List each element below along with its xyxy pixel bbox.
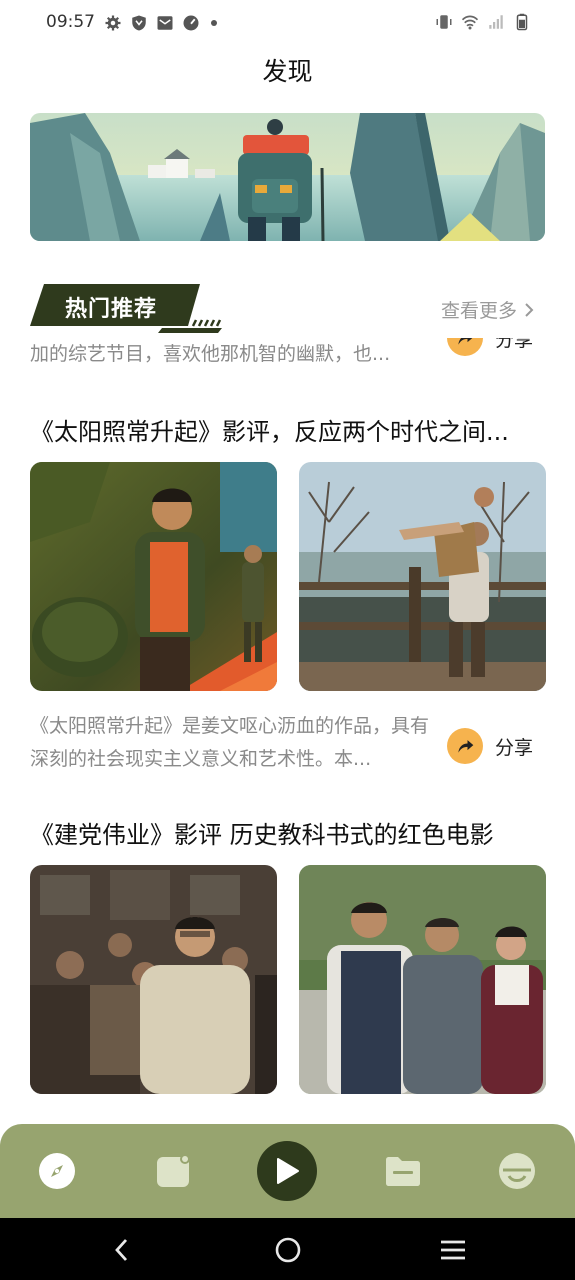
status-icons-left <box>104 14 220 32</box>
share-icon-circle <box>446 728 483 764</box>
mail-icon <box>157 16 173 30</box>
gauge-icon <box>183 15 199 31</box>
folder-icon <box>386 1157 420 1186</box>
vibrate-icon <box>436 15 452 29</box>
article-image[interactable] <box>299 865 546 1094</box>
nav-profile[interactable] <box>477 1124 557 1218</box>
home-icon <box>275 1237 301 1263</box>
bottom-nav <box>0 1124 575 1218</box>
note-icon <box>157 1154 190 1187</box>
movie-still-sun <box>30 462 277 691</box>
menu-icon <box>441 1240 465 1260</box>
page-title: 发现 <box>262 57 313 86</box>
play-button[interactable] <box>257 1141 317 1201</box>
shield-icon <box>132 15 146 31</box>
article-excerpt: 加的综艺节目，喜欢他那机智的幽默，也... <box>30 343 391 365</box>
profile-icon <box>499 1153 535 1189</box>
recents-button[interactable] <box>437 1234 469 1266</box>
article-image[interactable] <box>30 865 277 1094</box>
compass-icon <box>39 1153 75 1189</box>
see-more-link[interactable]: 查看更多 <box>441 296 535 323</box>
status-icons-right <box>435 13 531 31</box>
battery-icon <box>516 13 528 31</box>
movie-still-bridge <box>299 462 546 691</box>
share-icon <box>458 740 474 753</box>
banner-image[interactable] <box>30 113 545 241</box>
article-feed[interactable]: 加的综艺节目，喜欢他那机智的幽默，也... 分享 《太阳照常升起》影评，反应两个… <box>0 338 575 1123</box>
dot-icon <box>211 20 217 26</box>
status-bar: 09:57 <box>0 0 575 46</box>
signal-icon <box>489 15 503 29</box>
article-title[interactable]: 《建党伟业》影评 历史教科书式的红色电影 <box>30 815 550 850</box>
movie-still-party <box>30 865 277 1094</box>
status-time: 09:57 <box>46 12 95 32</box>
article-image[interactable] <box>30 462 277 691</box>
movie-still-founding <box>299 865 546 1094</box>
share-icon <box>458 338 473 345</box>
share-button[interactable]: 分享 <box>446 338 533 356</box>
back-button[interactable] <box>106 1234 138 1266</box>
article-title[interactable]: 《太阳照常升起》影评，反应两个时代之间... <box>30 412 550 447</box>
nav-library[interactable] <box>363 1124 443 1218</box>
system-nav-bar <box>0 1218 575 1280</box>
wifi-icon <box>461 15 479 30</box>
hiker-illustration <box>30 113 545 241</box>
share-label: 分享 <box>494 338 533 351</box>
gear-icon <box>105 15 121 31</box>
back-icon <box>115 1239 128 1261</box>
article-image[interactable] <box>299 462 546 691</box>
nav-notes[interactable] <box>133 1124 213 1218</box>
article-excerpt-row: 加的综艺节目，喜欢他那机智的幽默，也... 分享 <box>30 338 545 371</box>
nav-discover[interactable] <box>17 1124 97 1218</box>
article-excerpt-row: 《太阳照常升起》是姜文呕心沥血的作品，具有深刻的社会现实主义意义和艺术性。本..… <box>30 710 545 776</box>
chevron-right-icon <box>525 302 534 317</box>
play-icon <box>277 1158 299 1184</box>
share-icon-circle <box>446 338 483 356</box>
see-more-label: 查看更多 <box>440 300 517 322</box>
article-excerpt: 《太阳照常升起》是姜文呕心沥血的作品，具有深刻的社会现实主义意义和艺术性。本..… <box>30 715 430 770</box>
section-title: 热门推荐 <box>65 297 158 322</box>
share-button[interactable]: 分享 <box>446 728 533 764</box>
section-header: 热门推荐 查看更多 <box>30 282 545 338</box>
home-button[interactable] <box>272 1234 304 1266</box>
share-label: 分享 <box>494 736 533 759</box>
